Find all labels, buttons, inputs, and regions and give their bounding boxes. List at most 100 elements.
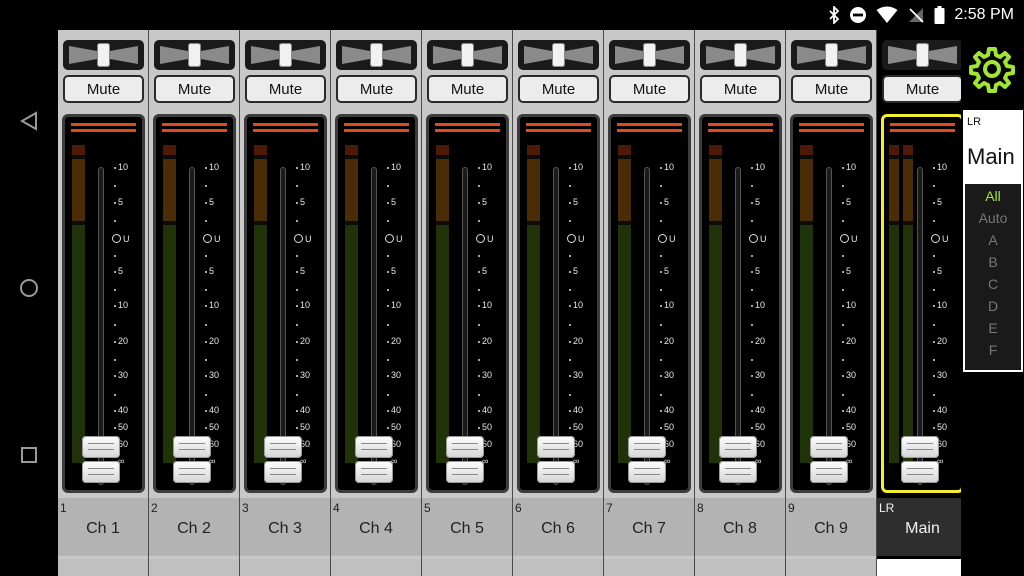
mute-button[interactable]: Mute <box>518 75 599 103</box>
fader-knob[interactable] <box>537 436 575 486</box>
channel-label[interactable]: 2 Ch 2 <box>149 498 239 556</box>
pan-knob[interactable] <box>188 43 201 67</box>
filter-item-b[interactable]: B <box>965 254 1021 270</box>
fader-knob[interactable] <box>810 436 848 486</box>
mute-button[interactable]: Mute <box>336 75 417 103</box>
mute-button[interactable]: Mute <box>245 75 326 103</box>
filter-item-e[interactable]: E <box>965 320 1021 336</box>
pan-control[interactable] <box>427 40 508 70</box>
channel-label[interactable]: 9 Ch 9 <box>786 498 876 556</box>
gear-icon[interactable] <box>968 45 1016 93</box>
channel-label[interactable]: 3 Ch 3 <box>240 498 330 556</box>
channel-label[interactable]: 8 Ch 8 <box>695 498 785 556</box>
clip-indicator <box>617 123 682 126</box>
fader-knob[interactable] <box>719 436 757 486</box>
fader-area[interactable]: 10 5 U 5 10 20 30 40 50 60 ∞ <box>517 114 600 493</box>
pan-knob[interactable] <box>370 43 383 67</box>
fader-knob[interactable] <box>628 436 666 486</box>
level-meter <box>163 145 176 463</box>
pan-control[interactable] <box>245 40 326 70</box>
filter-item-f[interactable]: F <box>965 342 1021 358</box>
pan-knob[interactable] <box>916 43 929 67</box>
fader-area[interactable]: 10 5 U 5 10 20 30 40 50 60 ∞ <box>790 114 873 493</box>
mute-button[interactable]: Mute <box>609 75 690 103</box>
level-meter <box>889 145 899 463</box>
pan-knob[interactable] <box>97 43 110 67</box>
fader-area[interactable]: 10 5 U 5 10 20 30 40 50 60 ∞ <box>153 114 236 493</box>
fader-area[interactable]: 10 5 U 5 10 20 30 40 50 60 ∞ <box>62 114 145 493</box>
pan-knob[interactable] <box>825 43 838 67</box>
channel-footer <box>786 559 876 576</box>
filter-item-all[interactable]: All <box>965 188 1021 204</box>
android-nav-bar <box>0 0 58 576</box>
mute-button[interactable]: Mute <box>427 75 508 103</box>
scale-label: 10 <box>391 300 402 310</box>
pan-control[interactable] <box>63 40 144 70</box>
pan-knob[interactable] <box>643 43 656 67</box>
channel-label[interactable]: 6 Ch 6 <box>513 498 603 556</box>
scale-label: 40 <box>482 405 493 415</box>
fader-knob[interactable] <box>446 436 484 486</box>
channel-label[interactable]: LR Main <box>877 498 968 556</box>
pan-knob[interactable] <box>552 43 565 67</box>
filter-item-c[interactable]: C <box>965 276 1021 292</box>
home-circle-icon[interactable] <box>14 273 44 303</box>
clip-indicator <box>253 123 318 126</box>
scale-label: 5 <box>482 266 488 276</box>
channel-strip-7: Mute 10 5 U 5 10 20 30 40 50 60 ∞ 7 Ch 7 <box>604 30 695 576</box>
pan-control[interactable] <box>700 40 781 70</box>
scale-label: 20 <box>846 336 857 346</box>
mute-button[interactable]: Mute <box>154 75 235 103</box>
filter-item-d[interactable]: D <box>965 298 1021 314</box>
mixer-area: Mute 10 5 U 5 10 20 30 40 50 60 ∞ 1 Ch 1 Mute 10 5 U 5 10 20… <box>58 30 968 576</box>
scale-label: U <box>851 234 858 244</box>
filter-item-auto[interactable]: Auto <box>965 210 1021 226</box>
pan-knob[interactable] <box>734 43 747 67</box>
scale-label: U <box>669 234 676 244</box>
fader-area[interactable]: 10 5 U 5 10 20 30 40 50 60 ∞ <box>335 114 418 493</box>
mute-button[interactable]: Mute <box>63 75 144 103</box>
do-not-disturb-icon <box>849 6 867 24</box>
scale-label: 20 <box>391 336 402 346</box>
channel-number: 6 <box>515 501 522 515</box>
channel-number: 9 <box>788 501 795 515</box>
scale-label: 40 <box>664 405 675 415</box>
pan-control[interactable] <box>154 40 235 70</box>
scale-label: 10 <box>755 300 766 310</box>
fader-area[interactable]: 10 5 U 5 10 20 30 40 50 60 ∞ <box>881 114 964 493</box>
filter-item-a[interactable]: A <box>965 232 1021 248</box>
fader-knob[interactable] <box>264 436 302 486</box>
fader-area[interactable]: 10 5 U 5 10 20 30 40 50 60 ∞ <box>426 114 509 493</box>
mute-button[interactable]: Mute <box>882 75 963 103</box>
pan-control[interactable] <box>882 40 963 70</box>
clip-indicator <box>526 123 591 126</box>
back-triangle-icon[interactable] <box>14 106 44 136</box>
scale-label: 5 <box>118 266 124 276</box>
fader-area[interactable]: 10 5 U 5 10 20 30 40 50 60 ∞ <box>244 114 327 493</box>
scale-label: 10 <box>300 300 311 310</box>
channel-label[interactable]: 5 Ch 5 <box>422 498 512 556</box>
pan-control[interactable] <box>336 40 417 70</box>
channel-number: 1 <box>60 501 67 515</box>
fader-area[interactable]: 10 5 U 5 10 20 30 40 50 60 ∞ <box>699 114 782 493</box>
fader-knob[interactable] <box>355 436 393 486</box>
recents-square-icon[interactable] <box>14 440 44 470</box>
channel-label[interactable]: 7 Ch 7 <box>604 498 694 556</box>
scale-label: U <box>214 234 221 244</box>
pan-control[interactable] <box>609 40 690 70</box>
bus-panel[interactable]: LR Main All Auto A B C D E F <box>963 110 1023 372</box>
fader-knob[interactable] <box>901 436 939 486</box>
pan-knob[interactable] <box>279 43 292 67</box>
scale-label: 5 <box>300 266 306 276</box>
pan-control[interactable] <box>518 40 599 70</box>
fader-knob[interactable] <box>173 436 211 486</box>
scale-label: 5 <box>209 266 215 276</box>
channel-label[interactable]: 4 Ch 4 <box>331 498 421 556</box>
fader-knob[interactable] <box>82 436 120 486</box>
mute-button[interactable]: Mute <box>791 75 872 103</box>
mute-button[interactable]: Mute <box>700 75 781 103</box>
pan-control[interactable] <box>791 40 872 70</box>
channel-label[interactable]: 1 Ch 1 <box>58 498 148 556</box>
fader-area[interactable]: 10 5 U 5 10 20 30 40 50 60 ∞ <box>608 114 691 493</box>
pan-knob[interactable] <box>461 43 474 67</box>
